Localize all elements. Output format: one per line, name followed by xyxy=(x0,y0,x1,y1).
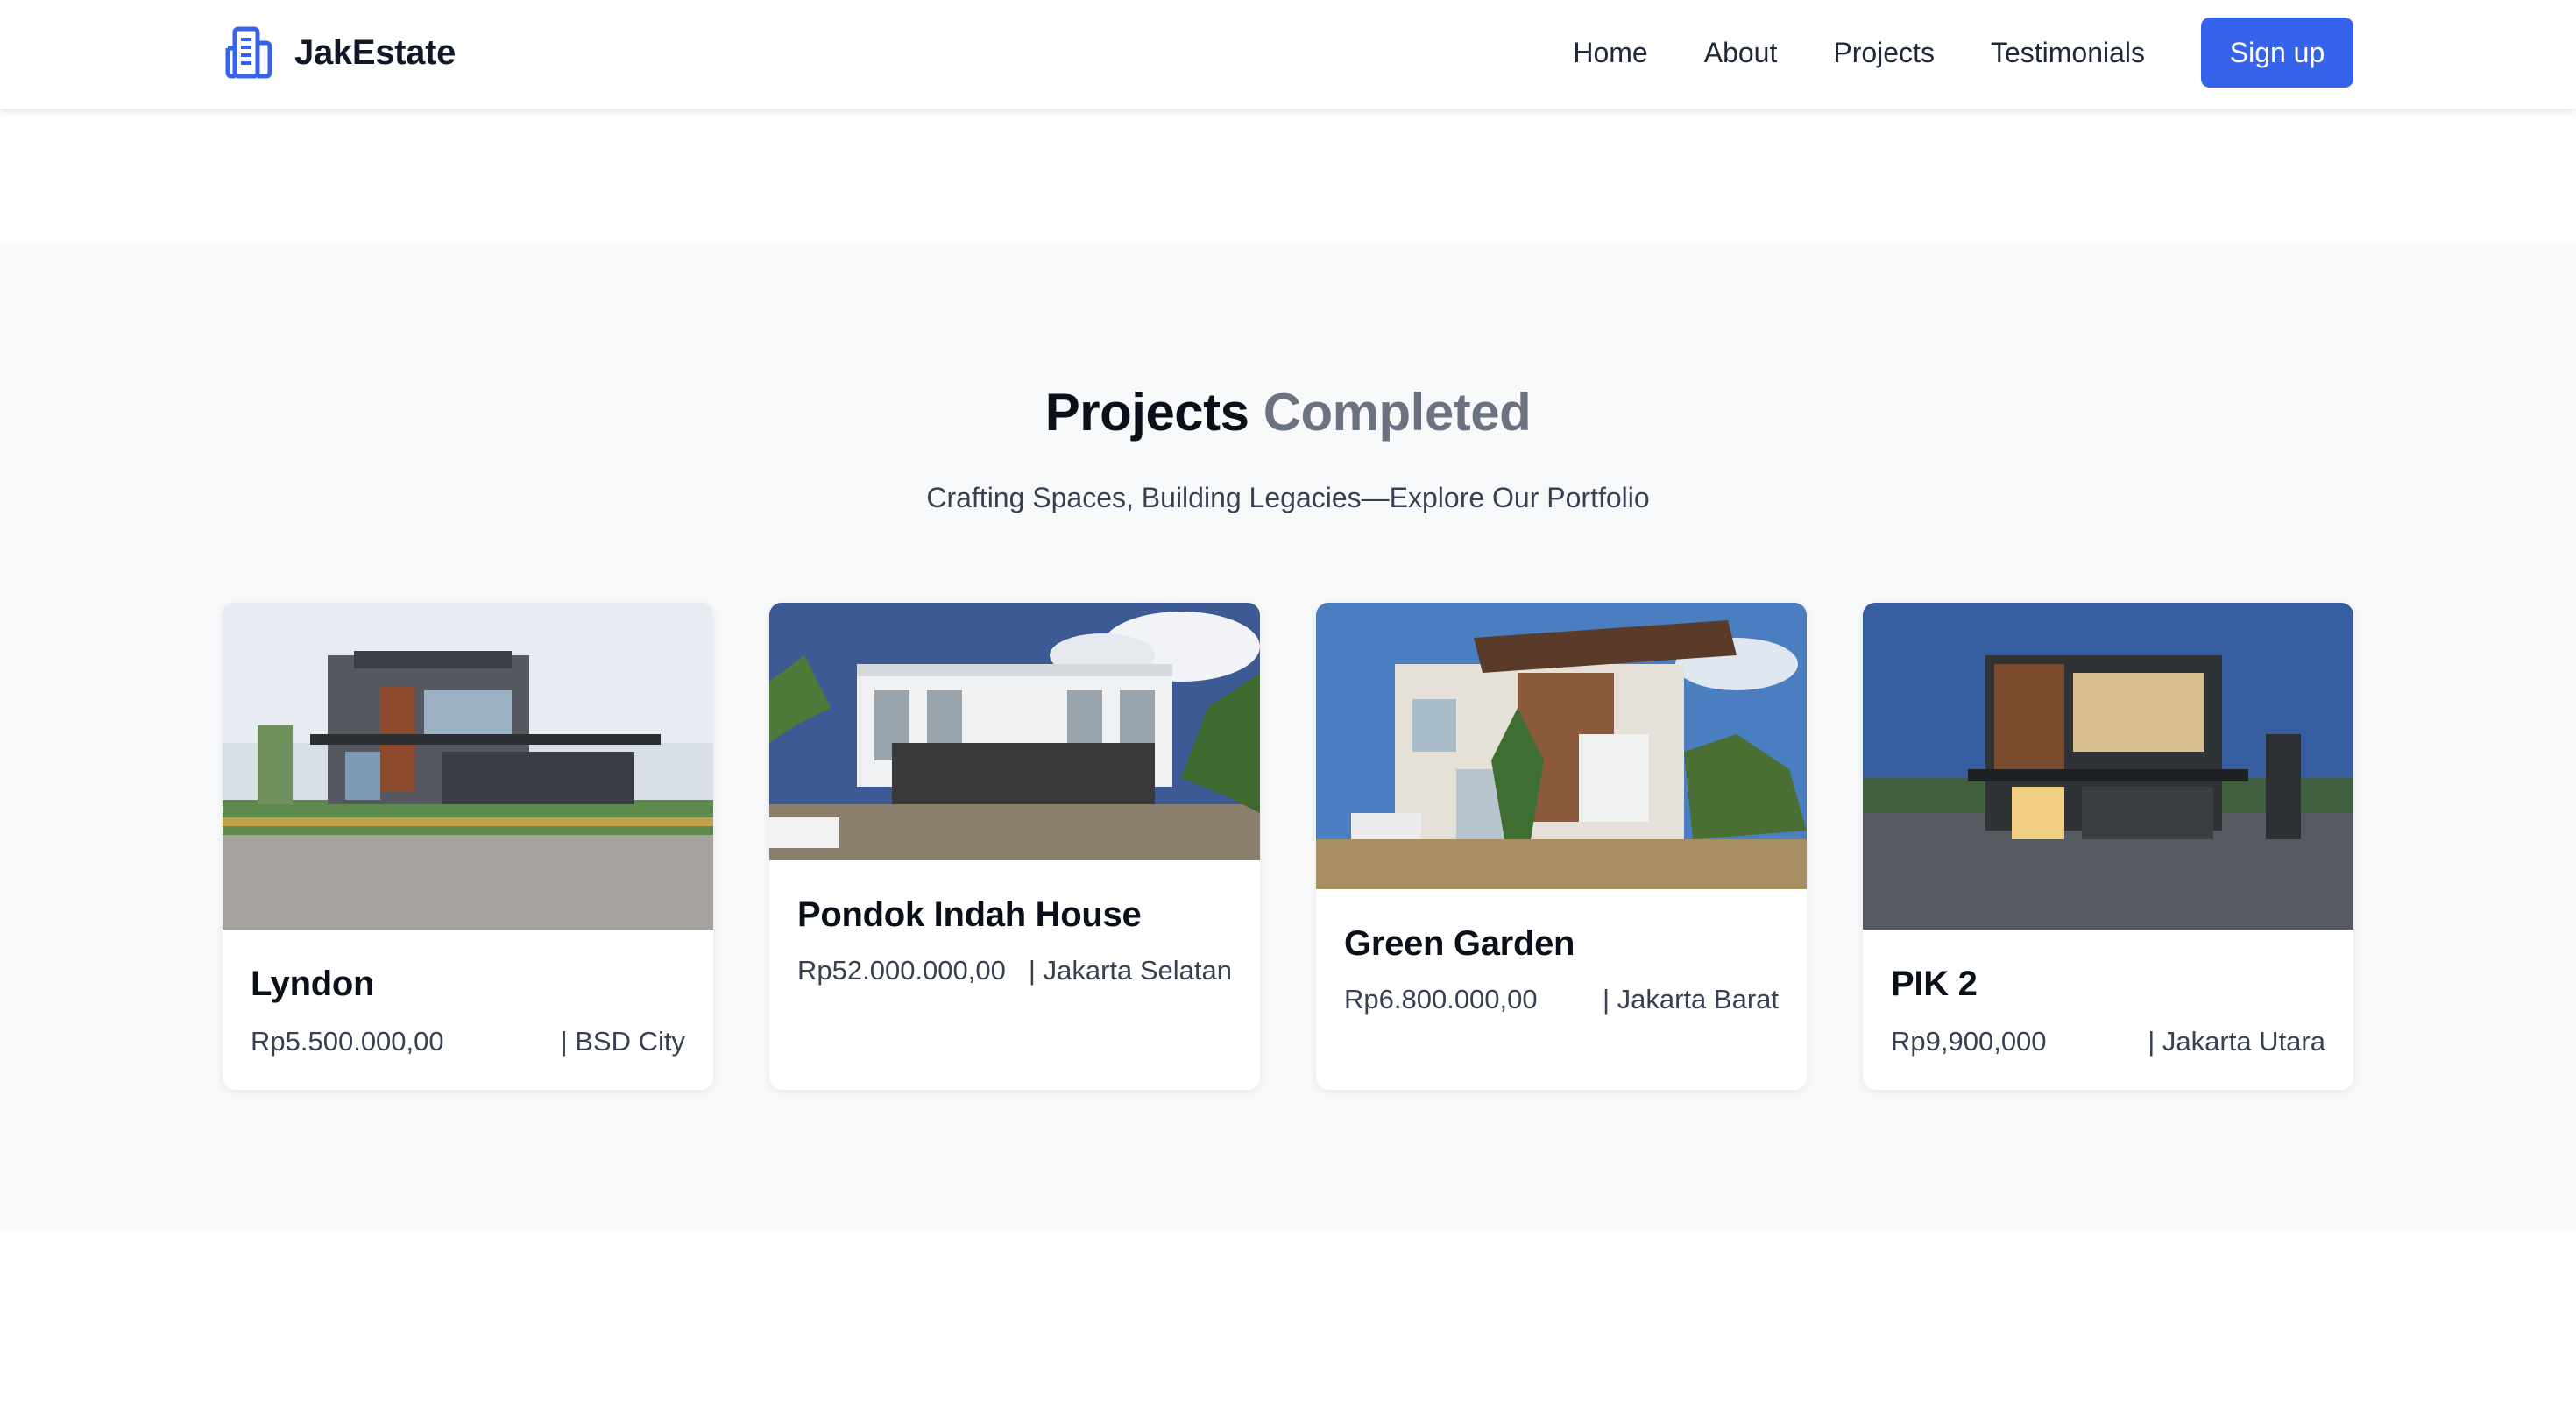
project-name: Lyndon xyxy=(251,965,375,1003)
project-location: | Jakarta Barat xyxy=(1602,984,1779,1015)
project-card-green-garden[interactable]: Green Garden Rp6.800.000,00 | Jakarta Ba… xyxy=(1316,603,1807,1090)
nav-link-projects[interactable]: Projects xyxy=(1833,37,1935,69)
project-image-lyndon xyxy=(223,603,713,930)
project-image-pik-2 xyxy=(1863,603,2353,930)
section-title-secondary: Completed xyxy=(1263,383,1532,442)
project-price: Rp6.800.000,00 xyxy=(1344,984,1538,1015)
nav-link-home[interactable]: Home xyxy=(1573,37,1647,69)
project-card-pondok-indah-house[interactable]: Pondok Indah House Rp52.000.000,00 | Jak… xyxy=(769,603,1260,1090)
project-name: Pondok Indah House xyxy=(797,895,1142,934)
project-price: Rp52.000.000,00 xyxy=(797,955,1006,986)
section-title: Projects Completed xyxy=(0,386,2576,439)
nav-link-testimonials[interactable]: Testimonials xyxy=(1991,37,2145,69)
signup-button[interactable]: Sign up xyxy=(2201,18,2353,88)
brand-logo[interactable]: JakEstate xyxy=(223,25,456,81)
project-location: | BSD City xyxy=(560,1026,685,1057)
section-subtitle: Crafting Spaces, Building Legacies—Explo… xyxy=(926,482,1650,513)
main-nav: Home About Projects Testimonials Sign up xyxy=(1573,18,2353,88)
project-image-pondok-indah-house xyxy=(769,603,1260,860)
project-price: Rp9,900,000 xyxy=(1891,1026,2047,1057)
page-footer-space xyxy=(0,1230,2576,1414)
nav-link-about[interactable]: About xyxy=(1704,37,1778,69)
brand-name: JakEstate xyxy=(294,32,456,72)
project-location: | Jakarta Utara xyxy=(2148,1026,2325,1057)
project-card-lyndon[interactable]: Lyndon Rp5.500.000,00 | BSD City xyxy=(223,603,713,1090)
project-image-green-garden xyxy=(1316,603,1807,889)
project-location: | Jakarta Selatan xyxy=(1028,955,1232,986)
building-icon xyxy=(225,26,272,79)
page: JakEstate Home About Projects Testimonia… xyxy=(0,0,2576,1414)
navbar: JakEstate Home About Projects Testimonia… xyxy=(0,0,2576,109)
project-card-pik-2[interactable]: PIK 2 Rp9,900,000 | Jakarta Utara xyxy=(1863,603,2353,1090)
project-name: PIK 2 xyxy=(1891,965,1978,1003)
project-price: Rp5.500.000,00 xyxy=(251,1026,444,1057)
section-title-primary: Projects xyxy=(1044,383,1249,442)
projects-section: Projects Completed Crafting Spaces, Buil… xyxy=(0,244,2576,1230)
project-name: Green Garden xyxy=(1344,924,1575,963)
